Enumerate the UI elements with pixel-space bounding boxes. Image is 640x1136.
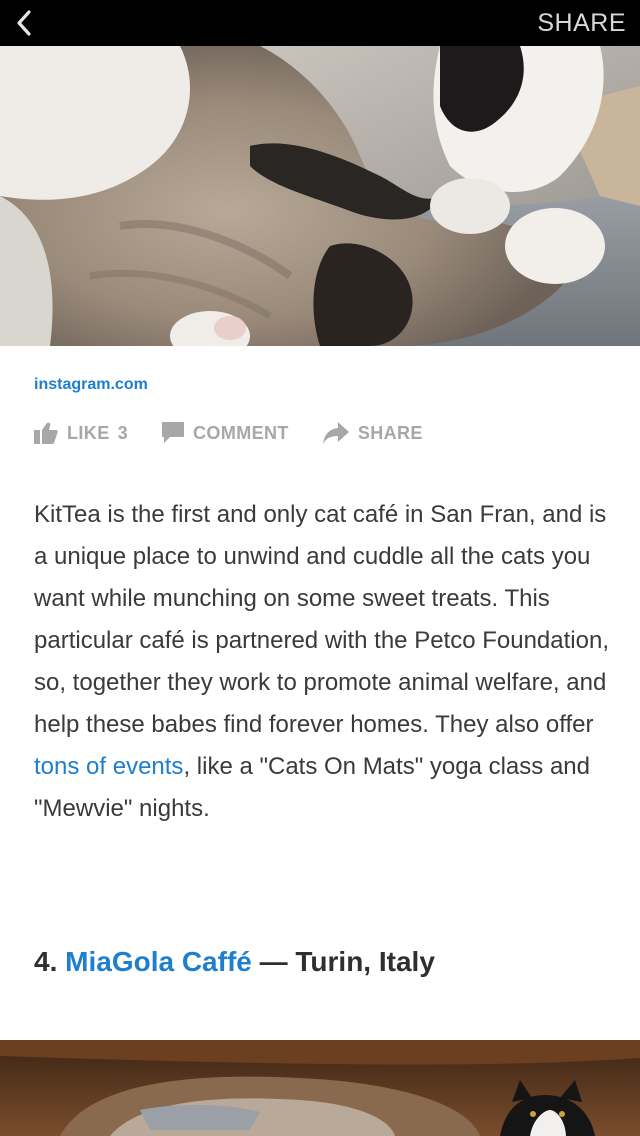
chevron-left-icon (17, 10, 31, 36)
like-count: 3 (117, 422, 129, 443)
share-arrow-icon (322, 422, 349, 444)
action-bar: LIKE 3 COMMENT SHARE (34, 419, 423, 447)
next-image (0, 1040, 640, 1136)
comment-button[interactable]: COMMENT (162, 422, 289, 444)
section-heading: 4. MiaGola Caffé — Turin, Italy (34, 946, 435, 978)
share-label: SHARE (357, 422, 423, 443)
thumbs-up-icon (34, 422, 58, 444)
back-button[interactable] (4, 0, 44, 46)
top-bar: SHARE (0, 0, 640, 46)
paragraph-text: KitTea is the first and only cat café in… (34, 501, 609, 738)
article-paragraph: KitTea is the first and only cat café in… (34, 494, 614, 830)
section-number: 4. (34, 946, 58, 977)
hero-image (0, 46, 640, 346)
cafe-name-link[interactable]: MiaGola Caffé (65, 946, 252, 977)
like-button[interactable]: LIKE 3 (34, 422, 128, 444)
events-link[interactable]: tons of events (34, 753, 183, 780)
cafe-photo (0, 1040, 640, 1136)
comment-label: COMMENT (193, 422, 289, 443)
source-link[interactable]: instagram.com (34, 376, 148, 394)
cat-photo (0, 46, 640, 346)
like-label: LIKE (67, 422, 110, 443)
speech-bubble-icon (162, 422, 185, 444)
top-share-button[interactable]: SHARE (537, 0, 626, 46)
share-button[interactable]: SHARE (322, 422, 423, 444)
section-location: — Turin, Italy (251, 946, 435, 977)
